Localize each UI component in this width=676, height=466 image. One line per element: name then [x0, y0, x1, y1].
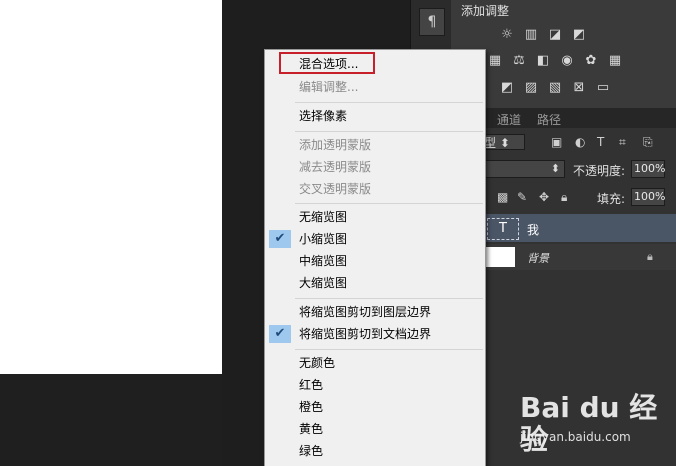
bw-icon[interactable]: ◧	[535, 54, 551, 68]
menu-item-label: 小缩览图	[299, 232, 348, 246]
menu-item-edit-adjustment[interactable]: 编辑调整...	[265, 77, 485, 97]
menu-item-clip-to-document-bounds[interactable]: ✔ 将缩览图剪切到文档边界	[265, 324, 485, 344]
menu-item-label: 减去透明蒙版	[299, 160, 372, 174]
curves-icon[interactable]: ◪	[547, 28, 563, 42]
menu-item-clip-to-layer-bounds[interactable]: 将缩览图剪切到图层边界	[265, 302, 485, 322]
tab-paths[interactable]: 路径	[537, 111, 561, 128]
annotation-highlight-box	[279, 52, 375, 74]
check-icon: ✔	[269, 230, 291, 248]
balance-icon[interactable]: ⚖	[511, 54, 527, 68]
menu-item-orange[interactable]: 橙色	[265, 397, 485, 417]
watermark-url: jingyan.baidu.com	[520, 430, 631, 444]
text-layer-thumbnail: T	[487, 218, 519, 240]
photoshop-window: ¶ 添加调整 ☼ ▥ ◪ ◩ ▦ ⚖ ◧ ◉ ✿ ▦ ◩ ▨ ▧ ⊠ ▭ 通道 …	[0, 0, 676, 466]
background-thumbnail	[485, 247, 515, 267]
filter-adjust-icon[interactable]: ◐	[575, 136, 585, 148]
menu-item-label: 橙色	[299, 400, 324, 414]
gradient-map-icon[interactable]: ▭	[595, 81, 611, 95]
menu-item-green[interactable]: 绿色	[265, 441, 485, 461]
blend-mode-select[interactable]: ⬍	[481, 160, 565, 178]
menu-item-label: 将缩览图剪切到图层边界	[299, 305, 432, 319]
menu-separator	[295, 349, 483, 350]
layer-name-background[interactable]: 背景	[527, 250, 549, 266]
menu-item-no-thumbnails[interactable]: 无缩览图	[265, 207, 485, 227]
menu-item-label: 交叉透明蒙版	[299, 182, 372, 196]
menu-item-red[interactable]: 红色	[265, 375, 485, 395]
menu-item-label: 添加透明蒙版	[299, 138, 372, 152]
threshold-icon[interactable]: ▧	[547, 81, 563, 95]
menu-item-small-thumbnails[interactable]: ✔ 小缩览图	[265, 229, 485, 249]
opacity-input[interactable]: 100%	[631, 160, 665, 178]
invert-icon[interactable]: ◩	[499, 81, 515, 95]
check-icon: ✔	[269, 325, 291, 343]
menu-item-label: 黄色	[299, 422, 324, 436]
lock-brush-icon[interactable]: ✎	[517, 191, 527, 203]
filter-type-icon[interactable]: T	[597, 136, 604, 148]
brightness-icon[interactable]: ☼	[499, 28, 515, 42]
menu-item-medium-thumbnails[interactable]: 中缩览图	[265, 251, 485, 271]
layer-name[interactable]: 我	[527, 221, 539, 238]
channel-mixer-icon[interactable]: ✿	[583, 54, 599, 68]
menu-item-label: 中缩览图	[299, 254, 348, 268]
layer-context-menu: 混合选项... 编辑调整... 选择像素 添加透明蒙版 减去透明蒙版 交叉透明蒙…	[264, 49, 486, 466]
menu-item-label: 无缩览图	[299, 210, 348, 224]
adjustments-title: 添加调整	[461, 4, 510, 18]
color-lookup-icon[interactable]: ▦	[607, 54, 623, 68]
menu-item-label: 将缩览图剪切到文档边界	[299, 327, 432, 341]
menu-item-label: 编辑调整...	[299, 80, 359, 94]
menu-item-label: 无颜色	[299, 356, 336, 370]
lock-all-icon[interactable]: 🔒︎	[561, 191, 567, 203]
opacity-label: 不透明度:	[573, 164, 626, 178]
vibrance-icon[interactable]: ▦	[487, 54, 503, 68]
watermark-logo: Bai du 经验	[520, 391, 658, 456]
menu-separator	[295, 102, 483, 103]
menu-item-large-thumbnails[interactable]: 大缩览图	[265, 273, 485, 293]
lock-icon: 🔒︎	[647, 250, 653, 263]
photo-filter-icon[interactable]: ◉	[559, 54, 575, 68]
fill-input[interactable]: 100%	[631, 188, 665, 206]
lock-move-icon[interactable]: ✥	[539, 191, 549, 203]
lock-transparent-icon[interactable]: ▩	[497, 191, 508, 203]
menu-item-label: 绿色	[299, 444, 324, 458]
document-canvas[interactable]	[0, 0, 222, 374]
menu-separator	[295, 203, 483, 204]
menu-separator	[295, 131, 483, 132]
menu-item-select-pixels[interactable]: 选择像素	[265, 106, 485, 126]
filter-kind-select[interactable]: 型 ⬍	[481, 134, 525, 150]
menu-item-yellow[interactable]: 黄色	[265, 419, 485, 439]
menu-item-subtract-transparency-mask[interactable]: 减去透明蒙版	[265, 157, 485, 177]
tab-channels[interactable]: 通道	[497, 111, 521, 128]
levels-icon[interactable]: ▥	[523, 28, 539, 42]
menu-item-label: 大缩览图	[299, 276, 348, 290]
posterize-icon[interactable]: ▨	[523, 81, 539, 95]
filter-smart-icon[interactable]: ⎘	[643, 136, 653, 148]
menu-separator	[295, 298, 483, 299]
filter-pixel-icon[interactable]: ▣	[551, 136, 562, 148]
menu-item-label: 选择像素	[299, 109, 348, 123]
menu-item-label: 红色	[299, 378, 324, 392]
menu-item-add-transparency-mask[interactable]: 添加透明蒙版	[265, 135, 485, 155]
menu-item-no-color[interactable]: 无颜色	[265, 353, 485, 373]
fill-label: 填充:	[597, 192, 626, 206]
filter-shape-icon[interactable]: ⌗	[619, 136, 626, 148]
menu-item-intersect-transparency-mask[interactable]: 交叉透明蒙版	[265, 179, 485, 199]
selective-color-icon[interactable]: ⊠	[571, 81, 587, 95]
paragraph-icon[interactable]: ¶	[419, 8, 445, 36]
baidu-jingyan-watermark: Bai du 经验 jingyan.baidu.com	[520, 392, 670, 456]
exposure-icon[interactable]: ◩	[571, 28, 587, 42]
